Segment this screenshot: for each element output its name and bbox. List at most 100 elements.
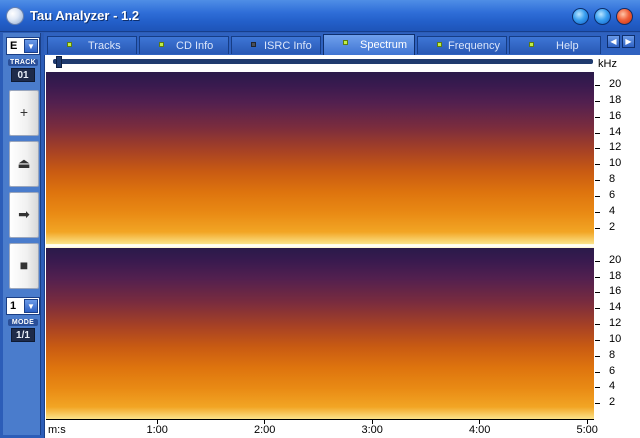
y-tick-label: 18 xyxy=(609,269,622,282)
tab-label: CD Info xyxy=(176,40,214,52)
y-tick xyxy=(595,132,600,134)
maximize-button[interactable] xyxy=(594,8,611,25)
spectrogram-fill xyxy=(46,72,594,244)
y-tick xyxy=(595,164,600,166)
y-tick xyxy=(595,339,600,341)
y-tick xyxy=(595,260,600,262)
time-scrollbar[interactable] xyxy=(45,55,595,72)
control-panel: E ▼ TRACK 01 + ⏏ ➡ ■ 1 ▼ MODE 1/1 xyxy=(3,33,41,435)
chevron-right-icon[interactable]: ▶ xyxy=(622,35,635,48)
x-tick-label: 3:00 xyxy=(361,424,383,436)
y-tick xyxy=(595,371,600,373)
tab-indicator-icon xyxy=(251,42,256,47)
close-button[interactable] xyxy=(616,8,633,25)
tab-indicator-icon xyxy=(529,42,534,47)
spectrogram-fill xyxy=(46,248,594,419)
y-tick xyxy=(595,403,600,405)
tab-cd-info[interactable]: CD Info xyxy=(139,36,229,54)
y-tick-label: 20 xyxy=(609,253,622,266)
chevron-down-icon[interactable]: ▼ xyxy=(24,39,38,53)
play-icon: ➡ xyxy=(18,206,30,222)
mode-label: MODE xyxy=(8,319,38,326)
mode-value: 1/1 xyxy=(11,328,35,342)
x-tick-label: 1:00 xyxy=(146,424,168,436)
tab-label: Frequency xyxy=(448,40,500,52)
y-tick-label: 16 xyxy=(609,109,622,122)
y-axis-channel-1: 20 18 16 14 12 10 8 6 4 2 xyxy=(595,72,640,244)
spectrogram-channel-1[interactable] xyxy=(46,72,594,244)
tab-label: Tracks xyxy=(88,40,121,52)
chevron-down-icon[interactable]: ▼ xyxy=(24,299,38,313)
app-icon xyxy=(6,7,24,25)
y-tick-label: 4 xyxy=(609,380,616,393)
tab-label: ISRC Info xyxy=(264,40,312,52)
y-tick xyxy=(595,196,600,198)
tab-indicator-icon xyxy=(159,42,164,47)
minimize-button[interactable] xyxy=(572,8,589,25)
y-tick-label: 10 xyxy=(609,157,622,170)
x-tick-label: 2:00 xyxy=(254,424,276,436)
eject-icon: ⏏ xyxy=(17,155,31,171)
y-tick xyxy=(595,387,600,389)
tab-help[interactable]: Help xyxy=(509,36,601,54)
y-tick xyxy=(595,116,600,118)
scroll-track[interactable] xyxy=(53,59,593,64)
y-axis-unit: kHz xyxy=(598,58,617,70)
y-tick xyxy=(595,84,600,86)
spectrum-view: kHz 20 18 16 14 12 10 8 6 4 2 20 18 16 14 12 10 8 6 4 2 m:… xyxy=(44,55,640,438)
y-tick xyxy=(595,276,600,278)
y-tick-label: 6 xyxy=(609,189,616,202)
tab-indicator-icon xyxy=(343,40,348,45)
scroll-thumb[interactable] xyxy=(56,56,63,68)
y-tick xyxy=(595,212,600,214)
stop-button[interactable]: ■ xyxy=(9,243,39,289)
title-bar[interactable]: Tau Analyzer - 1.2 xyxy=(0,0,640,32)
tab-tracks[interactable]: Tracks xyxy=(47,36,137,54)
y-tick xyxy=(595,148,600,150)
y-tick-label: 12 xyxy=(609,141,622,154)
plus-icon: + xyxy=(19,104,29,120)
y-tick xyxy=(595,228,600,230)
tab-indicator-icon xyxy=(67,42,72,47)
y-tick-label: 16 xyxy=(609,285,622,298)
y-tick-label: 14 xyxy=(609,301,622,314)
y-tick-label: 2 xyxy=(609,221,616,234)
tab-isrc-info[interactable]: ISRC Info xyxy=(231,36,321,54)
y-tick-label: 20 xyxy=(609,77,622,90)
y-tick-label: 10 xyxy=(609,332,622,345)
mode-select[interactable]: 1 ▼ xyxy=(6,297,40,315)
tab-label: Spectrum xyxy=(360,39,408,51)
y-tick-label: 6 xyxy=(609,364,616,377)
y-tick-label: 4 xyxy=(609,205,616,218)
add-button[interactable]: + xyxy=(9,90,39,136)
y-tick xyxy=(595,324,600,325)
y-tick-label: 2 xyxy=(609,396,616,409)
window-title: Tau Analyzer - 1.2 xyxy=(30,8,140,23)
x-tick-label: 5:00 xyxy=(576,424,598,436)
y-tick-label: 14 xyxy=(609,125,622,138)
y-tick-label: 8 xyxy=(609,348,616,361)
mode-select-value: 1 xyxy=(10,300,17,312)
stop-icon: ■ xyxy=(19,257,29,273)
y-tick xyxy=(595,180,600,182)
y-tick-label: 12 xyxy=(609,317,622,329)
tab-label: Help xyxy=(556,40,579,52)
tab-spectrum[interactable]: Spectrum xyxy=(323,34,415,55)
spectrogram-channel-2[interactable] xyxy=(46,248,594,419)
tab-bar: Tracks CD Info ISRC Info Spectrum Freque… xyxy=(44,33,640,55)
y-tick xyxy=(595,100,600,102)
tab-frequency[interactable]: Frequency xyxy=(417,36,507,54)
y-tick-label: 18 xyxy=(609,93,622,106)
time-axis-label: m:s xyxy=(48,424,66,436)
x-tick-label: 4:00 xyxy=(469,424,491,436)
track-number: 01 xyxy=(11,68,35,82)
y-tick xyxy=(595,292,600,294)
track-label: TRACK xyxy=(8,59,38,66)
play-button[interactable]: ➡ xyxy=(9,192,39,238)
eject-button[interactable]: ⏏ xyxy=(9,141,39,187)
chevron-left-icon[interactable]: ◀ xyxy=(607,35,620,48)
y-tick xyxy=(595,355,600,357)
tab-indicator-icon xyxy=(437,42,442,47)
drive-select-value: E xyxy=(10,40,18,52)
drive-select[interactable]: E ▼ xyxy=(6,37,40,55)
